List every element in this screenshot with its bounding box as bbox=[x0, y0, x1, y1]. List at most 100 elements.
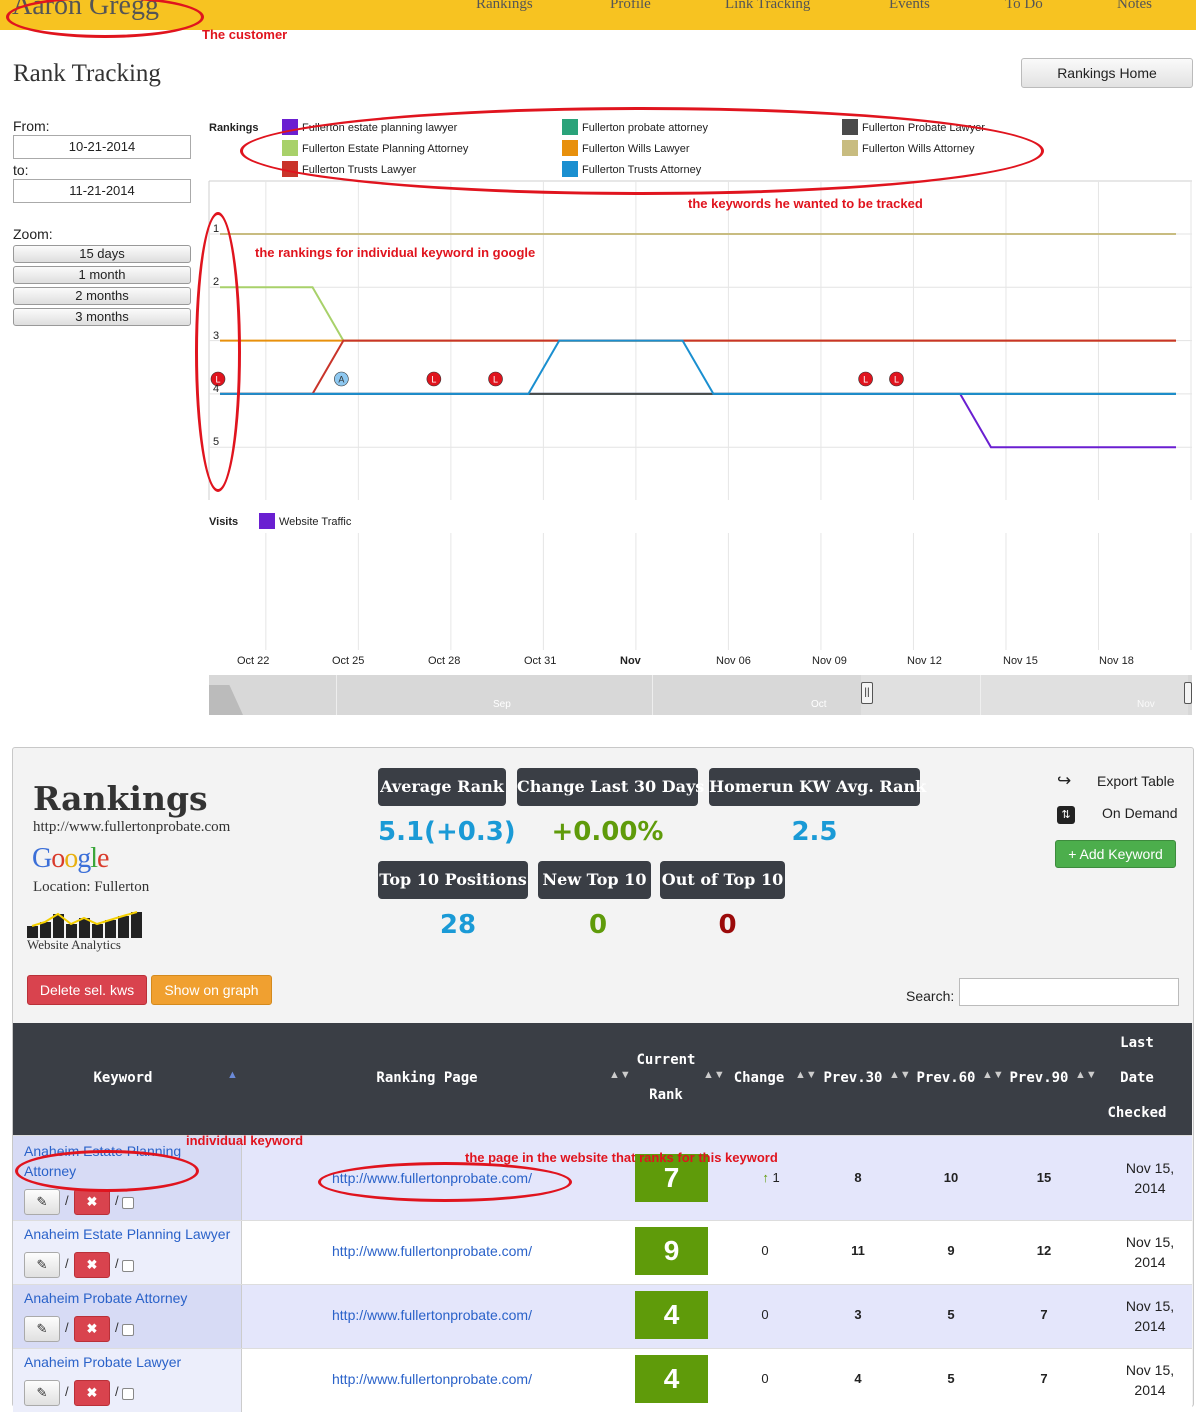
legend-swatch bbox=[259, 513, 275, 529]
prev60-value: 5 bbox=[947, 1371, 955, 1386]
chart-navigator[interactable]: Sep Oct Nov || bbox=[209, 675, 1192, 715]
navigator-series-shape bbox=[209, 685, 243, 715]
stat-homerun-avg-label: Homerun KW Avg. Rank bbox=[709, 768, 926, 806]
on-demand-label: On Demand bbox=[1102, 805, 1178, 821]
keyword-cell: Anaheim Estate Planning Lawyer ✎ / ✖ / bbox=[13, 1221, 242, 1284]
legend-label: Website Traffic bbox=[279, 516, 352, 528]
x-tick-label: Nov 12 bbox=[907, 655, 942, 667]
navigator-left-handle[interactable]: || bbox=[861, 682, 873, 704]
col-ranking-page[interactable]: Ranking Page bbox=[327, 1061, 527, 1096]
row-checkbox[interactable] bbox=[122, 1388, 134, 1400]
keyword-cell: Anaheim Probate Lawyer ✎ / ✖ / bbox=[13, 1349, 242, 1412]
stat-top10-label: Top 10 Positions bbox=[378, 861, 528, 899]
ranking-page-link[interactable]: http://www.fullertonprobate.com/ bbox=[332, 1243, 532, 1259]
change-cell: ↑ 1 bbox=[746, 1170, 796, 1185]
event-flag-label: A bbox=[338, 375, 344, 385]
search-input[interactable] bbox=[959, 978, 1179, 1006]
prev90-value: 15 bbox=[1036, 1170, 1052, 1185]
prev60-value: 9 bbox=[947, 1243, 955, 1258]
table-header: Keyword ▲ Ranking Page ▲▼ Current Rank ▲… bbox=[13, 1023, 1192, 1135]
prev60-value: 5 bbox=[947, 1307, 955, 1322]
separator: / bbox=[65, 1193, 69, 1208]
edit-button[interactable]: ✎ bbox=[24, 1316, 60, 1342]
sort-icon[interactable]: ▲▼ bbox=[703, 1069, 725, 1081]
edit-button[interactable]: ✎ bbox=[24, 1252, 60, 1278]
stat-new-top10-value: 0 bbox=[588, 910, 608, 940]
sort-asc-icon[interactable]: ▲ bbox=[227, 1069, 238, 1081]
stat-out-top10-label: Out of Top 10 bbox=[660, 861, 785, 899]
navigator-divider bbox=[652, 675, 653, 715]
visits-legend-title: Visits bbox=[209, 516, 239, 528]
x-tick-label: Nov 06 bbox=[716, 655, 751, 667]
export-table-button[interactable]: ↪ Export Table bbox=[1057, 771, 1175, 791]
stat-new-top10-label: New Top 10 bbox=[538, 861, 651, 899]
stat-change-30-days-label: Change Last 30 Days bbox=[517, 768, 704, 806]
export-table-label: Export Table bbox=[1097, 773, 1175, 789]
row-checkbox[interactable] bbox=[122, 1260, 134, 1272]
ranking-page-link[interactable]: http://www.fullertonprobate.com/ bbox=[332, 1371, 532, 1387]
show-on-graph-button[interactable]: Show on graph bbox=[151, 975, 272, 1005]
table-row: Anaheim Probate Lawyer ✎ / ✖ / http://ww… bbox=[13, 1348, 1192, 1412]
annotation-rankings: the rankings for individual keyword in g… bbox=[255, 245, 536, 260]
event-flag-label: L bbox=[863, 375, 868, 385]
col-prev30[interactable]: Prev.30 bbox=[818, 1061, 888, 1096]
navigator-label: Sep bbox=[493, 699, 511, 710]
prev30-value: 11 bbox=[851, 1243, 865, 1258]
navigator-label: Oct bbox=[811, 699, 827, 710]
event-flag-label: L bbox=[431, 375, 436, 385]
col-last-date-2[interactable]: Date bbox=[1097, 1061, 1177, 1096]
delete-button[interactable]: ✖ bbox=[74, 1252, 110, 1278]
col-current-rank[interactable]: Current bbox=[623, 1043, 709, 1078]
visits-legend-item[interactable]: Website Traffic bbox=[259, 513, 351, 529]
separator: / bbox=[115, 1320, 119, 1335]
delete-button[interactable]: ✖ bbox=[74, 1380, 110, 1406]
sort-icon[interactable]: ▲▼ bbox=[889, 1069, 911, 1081]
pencil-icon: ✎ bbox=[36, 1321, 48, 1336]
x-tick-label: Oct 31 bbox=[524, 655, 557, 667]
col-prev60[interactable]: Prev.60 bbox=[911, 1061, 981, 1096]
stat-change-30-days-value: +0.00% bbox=[551, 817, 664, 847]
annotation-ellipse bbox=[15, 1150, 199, 1192]
website-analytics-icon[interactable] bbox=[27, 910, 145, 938]
stat-top10-value: 28 bbox=[439, 910, 477, 940]
col-change[interactable]: Change bbox=[725, 1061, 793, 1096]
sort-icon[interactable]: ▲▼ bbox=[1075, 1069, 1097, 1081]
separator: / bbox=[65, 1256, 69, 1271]
change-value: 1 bbox=[772, 1170, 780, 1185]
keyword-cell: Anaheim Probate Attorney ✎ / ✖ / bbox=[13, 1285, 242, 1348]
prev30-value: 4 bbox=[854, 1371, 862, 1386]
prev90-value: 7 bbox=[1040, 1371, 1048, 1386]
stat-out-top10-value: 0 bbox=[718, 910, 737, 940]
delete-button[interactable]: ✖ bbox=[74, 1316, 110, 1342]
sort-icon[interactable]: ▲▼ bbox=[795, 1069, 817, 1081]
separator: / bbox=[65, 1320, 69, 1335]
ranking-page-link[interactable]: http://www.fullertonprobate.com/ bbox=[332, 1307, 532, 1323]
row-checkbox[interactable] bbox=[122, 1197, 134, 1209]
annotation-keywords: the keywords he wanted to be tracked bbox=[688, 196, 923, 211]
row-checkbox[interactable] bbox=[122, 1324, 134, 1336]
navigator-right-handle[interactable] bbox=[1184, 682, 1192, 704]
col-current-rank-2[interactable]: Rank bbox=[623, 1078, 709, 1113]
edit-button[interactable]: ✎ bbox=[24, 1189, 60, 1215]
col-prev90[interactable]: Prev.90 bbox=[1004, 1061, 1074, 1096]
annotation-ellipse bbox=[240, 107, 1044, 195]
delete-selected-button[interactable]: Delete sel. kws bbox=[27, 975, 147, 1005]
on-demand-button[interactable]: ⇅ On Demand bbox=[1057, 805, 1177, 824]
google-logo: Google bbox=[32, 843, 109, 874]
col-last-date-3[interactable]: Checked bbox=[1097, 1096, 1177, 1131]
last-checked-date: Nov 15, 2014 bbox=[1125, 1298, 1175, 1334]
change-value: 0 bbox=[761, 1243, 769, 1258]
delete-button[interactable]: ✖ bbox=[74, 1189, 110, 1215]
add-keyword-button[interactable]: + Add Keyword bbox=[1055, 840, 1176, 868]
sort-icon[interactable]: ▲▼ bbox=[982, 1069, 1004, 1081]
x-tick-label: Nov bbox=[620, 655, 641, 667]
col-last-date[interactable]: Last bbox=[1097, 1026, 1177, 1061]
keyword-link[interactable]: Anaheim Probate Attorney bbox=[24, 1288, 234, 1308]
col-keyword[interactable]: Keyword bbox=[43, 1061, 203, 1096]
current-rank-badge: 4 bbox=[635, 1355, 708, 1403]
navigator-selected-range[interactable] bbox=[861, 675, 1188, 715]
keyword-link[interactable]: Anaheim Probate Lawyer bbox=[24, 1352, 234, 1372]
edit-button[interactable]: ✎ bbox=[24, 1380, 60, 1406]
keyword-link[interactable]: Anaheim Estate Planning Lawyer bbox=[24, 1224, 234, 1244]
site-url: http://www.fullertonprobate.com bbox=[33, 819, 231, 835]
